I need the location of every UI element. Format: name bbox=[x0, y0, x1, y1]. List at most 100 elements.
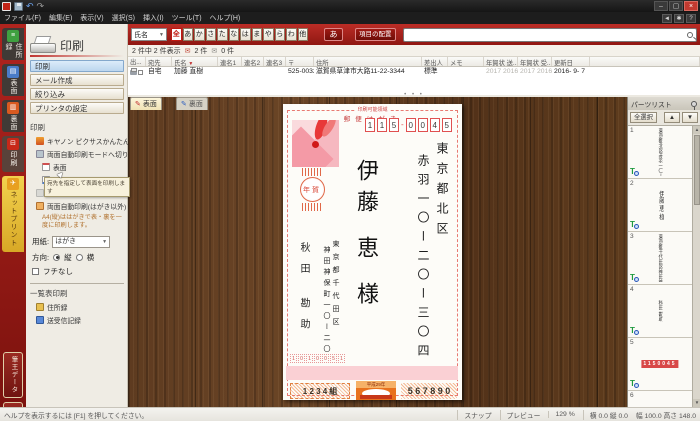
col-joint2[interactable]: 連名2 bbox=[242, 57, 264, 66]
undo-icon[interactable]: ↶ bbox=[26, 2, 34, 11]
move-up-button[interactable]: ▲ bbox=[664, 112, 680, 123]
sender-address-line1[interactable]: 東京都千代田区 bbox=[332, 240, 339, 331]
kana-input-button[interactable]: あ bbox=[324, 28, 343, 41]
col-updated[interactable]: 更新日 bbox=[552, 57, 590, 66]
postcard-preview[interactable]: 印刷可能領域 郵便はがき 年賀 1 1 5 - 0 0 4 bbox=[283, 104, 462, 400]
kana-filter-ta[interactable]: た bbox=[217, 28, 228, 41]
part-item-recipient-zip[interactable]: 5 1150045 T bbox=[628, 338, 692, 391]
recipient-zip-boxes[interactable]: 1 1 5 - 0 0 4 5 bbox=[365, 118, 452, 132]
col-memo[interactable]: メモ bbox=[448, 57, 484, 66]
kana-filter-wa[interactable]: わ bbox=[286, 28, 297, 41]
move-down-button[interactable]: ▼ bbox=[682, 112, 698, 123]
kana-filter-other[interactable]: 他 bbox=[298, 28, 309, 41]
parts-scrollbar[interactable]: ▲ ▼ bbox=[692, 126, 700, 407]
recipient-address-line1[interactable]: 東京都北区 bbox=[436, 142, 448, 242]
col-nenga-recv[interactable]: 年賀状 受... bbox=[518, 57, 552, 66]
kana-filter-a[interactable]: あ bbox=[183, 28, 194, 41]
pin-icon[interactable] bbox=[691, 101, 697, 107]
col-filler bbox=[590, 57, 700, 66]
kana-filter-all[interactable]: 全 bbox=[171, 28, 182, 41]
save-icon[interactable] bbox=[14, 2, 23, 11]
tab-back[interactable]: ✎ 裏面 bbox=[176, 97, 208, 110]
kana-filter-ma[interactable]: ま bbox=[252, 28, 263, 41]
maximize-button[interactable]: ▢ bbox=[669, 1, 683, 11]
row-checkbox[interactable] bbox=[138, 70, 143, 75]
part-number: 6 bbox=[630, 392, 634, 399]
option-front[interactable]: 表面 bbox=[42, 162, 124, 172]
option-duplex-mode[interactable]: 両面自動印刷モードへ切り替え bbox=[36, 149, 124, 159]
menu-insert[interactable]: 挿入(I) bbox=[143, 13, 164, 23]
col-joint3[interactable]: 連名3 bbox=[264, 57, 286, 66]
select-all-button[interactable]: 全選択 bbox=[630, 112, 657, 123]
hint-icon[interactable]: ✱ bbox=[674, 14, 684, 23]
menu-tools[interactable]: ツール(T) bbox=[172, 13, 202, 23]
kana-filter-na[interactable]: な bbox=[229, 28, 240, 41]
sidebar-tab-back[interactable]: ▥ 裏面 bbox=[2, 100, 24, 132]
col-zip[interactable]: 〒 bbox=[286, 57, 314, 66]
menu-help[interactable]: ヘルプ(H) bbox=[210, 13, 241, 23]
menu-edit[interactable]: 編集(E) bbox=[49, 13, 72, 23]
option-easy-print[interactable]: キヤノン ピクサスかんたん印刷 bbox=[36, 136, 124, 146]
sidebar-tab-front[interactable]: ▤ 表面 bbox=[2, 64, 24, 96]
scroll-up-icon[interactable]: ▲ bbox=[693, 126, 700, 134]
menu-select[interactable]: 選択(S) bbox=[112, 13, 135, 23]
menu-file[interactable]: ファイル(F) bbox=[4, 13, 41, 23]
menu-view[interactable]: 表示(V) bbox=[80, 13, 103, 23]
sender-name[interactable]: 秋田 勘助 bbox=[298, 242, 308, 340]
sidebar-tab-netprint[interactable]: ✈ ネットプリント bbox=[2, 176, 24, 252]
kana-filter-sa[interactable]: さ bbox=[206, 28, 217, 41]
close-button[interactable]: × bbox=[684, 1, 698, 11]
redo-icon[interactable]: ↷ bbox=[37, 2, 45, 11]
send-receive-icon bbox=[36, 316, 44, 324]
nav-print[interactable]: 印刷 bbox=[30, 60, 124, 72]
part-item-sender-address[interactable]: 3 東京都千代田区神田神保町一〇ー二〇 T bbox=[628, 232, 692, 285]
borderless-checkbox[interactable] bbox=[32, 268, 39, 275]
recipient-name[interactable]: 伊藤 恵 様 bbox=[355, 159, 377, 313]
sidebar-tab-print[interactable]: ⊟ 印刷 bbox=[2, 136, 24, 172]
kana-filter-ya[interactable]: や bbox=[263, 28, 274, 41]
scroll-thumb[interactable] bbox=[694, 135, 700, 205]
status-zoom[interactable]: 129 % bbox=[548, 411, 574, 418]
nav-filter[interactable]: 絞り込み bbox=[30, 88, 124, 100]
list-print-records[interactable]: 送受信記録 bbox=[36, 315, 124, 325]
option-duplex-a4[interactable]: 両面自動印刷(はがき以外) bbox=[36, 201, 124, 211]
part-item-sender-name[interactable]: 4 秋田 勘助 T bbox=[628, 285, 692, 338]
orientation-portrait-radio[interactable] bbox=[53, 254, 60, 261]
kana-filter-ka[interactable]: か bbox=[194, 28, 205, 41]
sound-help-icon[interactable]: ◄ bbox=[662, 14, 672, 23]
kana-filter-ra[interactable]: ら bbox=[275, 28, 286, 41]
col-name[interactable]: 氏名 ▼ bbox=[172, 57, 218, 66]
tab-front[interactable]: ✎ 表面 bbox=[130, 97, 162, 110]
arrange-items-button[interactable]: 項目の配置 bbox=[355, 28, 396, 41]
table-row[interactable]: 自宅 加藤 直樹 525-0032 滋賀県草津市大路11-22-3344 標準 … bbox=[128, 67, 700, 77]
col-output[interactable]: 出... bbox=[128, 57, 146, 66]
fudeoh-data-button[interactable]: 筆王データ bbox=[3, 352, 23, 398]
sidebar-tab-addressbook[interactable]: ≡ 住所録 bbox=[2, 28, 24, 60]
field-selector[interactable]: 氏名 ▼ bbox=[131, 28, 167, 41]
sender-zip-boxes[interactable]: 1 0 1 0 0 5 1 bbox=[290, 354, 345, 363]
col-nenga-sent[interactable]: 年賀状 送... bbox=[484, 57, 518, 66]
part-item-address[interactable]: 1 東京都北区赤羽一〇ー二〇ー三〇四 T bbox=[628, 126, 692, 179]
help-icon[interactable]: ? bbox=[686, 14, 696, 23]
scroll-down-icon[interactable]: ▼ bbox=[693, 399, 700, 407]
orientation-landscape-radio[interactable] bbox=[76, 254, 83, 261]
part-item-recipient-name[interactable]: 2 伊藤 恵 様 T bbox=[628, 179, 692, 232]
minimize-button[interactable]: – bbox=[654, 1, 668, 11]
status-preview[interactable]: プレビュー bbox=[500, 410, 541, 420]
stamp-artwork[interactable] bbox=[292, 120, 339, 167]
col-sender[interactable]: 差出人 bbox=[422, 57, 448, 66]
nav-printer-settings[interactable]: プリンタの設定 bbox=[30, 102, 124, 114]
col-dest[interactable]: 宛先 bbox=[146, 57, 172, 66]
kana-filter-ha[interactable]: は bbox=[240, 28, 251, 41]
recipient-address-line2[interactable]: 赤羽一〇ー二〇ー三〇四 bbox=[417, 154, 429, 363]
netprint-icon: ✈ bbox=[7, 178, 19, 190]
part-item-sender-zip[interactable]: 6 1010051 T bbox=[628, 391, 692, 407]
col-joint1[interactable]: 連名1 bbox=[218, 57, 242, 66]
paper-select[interactable]: はがき ▼ bbox=[52, 236, 110, 248]
sender-address-line2[interactable]: 神田神保町一〇ー二〇 bbox=[323, 246, 330, 356]
status-snap[interactable]: スナップ bbox=[457, 410, 491, 420]
list-print-addressbook[interactable]: 住所録 bbox=[36, 302, 124, 312]
search-input[interactable] bbox=[403, 28, 698, 42]
nav-mail[interactable]: メール作成 bbox=[30, 74, 124, 86]
col-address[interactable]: 住所 bbox=[314, 57, 422, 66]
